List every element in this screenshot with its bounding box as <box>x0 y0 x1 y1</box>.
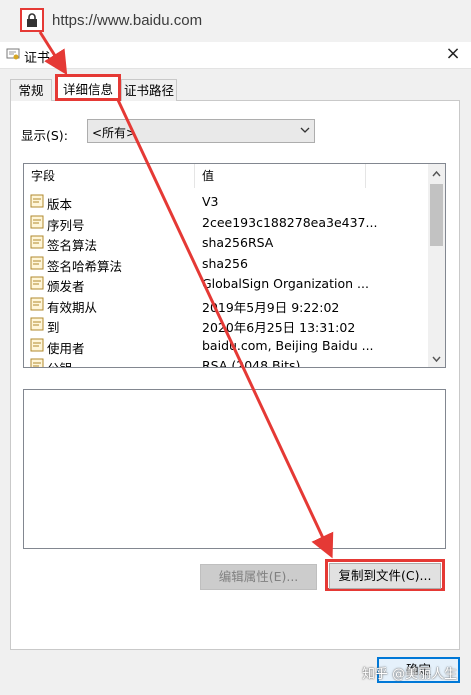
field-icon <box>30 235 44 249</box>
tab-certification-path[interactable]: 证书路径 <box>121 79 177 101</box>
field-icon <box>30 317 44 331</box>
field-value: 2020年6月25日 13:31:02 <box>202 320 356 335</box>
field-name: 颁发者 <box>47 279 85 294</box>
field-value: V3 <box>202 194 219 209</box>
field-icon <box>30 215 44 228</box>
show-label: 显示(S): <box>21 128 68 143</box>
column-header-value[interactable]: 值 <box>196 164 366 188</box>
url-text[interactable]: https://www.baidu.com <box>52 12 202 29</box>
list-item[interactable]: 颁发者 GlobalSign Organization ... <box>24 273 428 294</box>
field-name: 签名算法 <box>47 238 98 253</box>
field-value: sha256RSA <box>202 235 274 250</box>
field-icon <box>30 358 44 367</box>
list-item[interactable]: 序列号 2cee193c188278ea3e437... <box>24 212 428 233</box>
dialog-title: 证书 <box>24 51 51 66</box>
tab-details[interactable]: 详细信息 <box>55 74 121 101</box>
field-detail-textbox[interactable] <box>23 389 446 549</box>
scroll-thumb[interactable] <box>430 184 443 246</box>
field-name: 版本 <box>47 197 73 212</box>
tab-general[interactable]: 常规 <box>10 79 52 101</box>
chevron-down-icon <box>300 127 310 133</box>
field-name: 公钥 <box>47 358 72 367</box>
field-value: baidu.com, Beijing Baidu ... <box>202 337 374 353</box>
close-button[interactable]: × <box>440 43 466 65</box>
copy-to-file-button[interactable]: 复制到文件(C)... <box>329 563 441 589</box>
field-icon <box>30 194 44 208</box>
list-item[interactable]: 签名哈希算法 sha256 <box>24 253 428 274</box>
field-icon <box>30 338 44 351</box>
field-name: 有效期从 <box>47 299 98 315</box>
field-icon <box>30 256 44 269</box>
field-value: 2019年5月9日 9:22:02 <box>202 299 340 315</box>
list-item[interactable]: 有效期从 2019年5月9日 9:22:02 <box>24 294 428 315</box>
field-value: sha256 <box>202 255 248 271</box>
field-icon <box>30 297 44 310</box>
field-name: 到 <box>47 320 60 335</box>
field-name: 序列号 <box>47 217 85 233</box>
field-value: RSA (2048 Bits) <box>202 358 301 367</box>
list-item[interactable]: 使用者 baidu.com, Beijing Baidu ... <box>24 335 428 356</box>
field-value: 2cee193c188278ea3e437... <box>202 214 378 230</box>
dialog-titlebar <box>0 42 471 69</box>
lock-icon[interactable] <box>26 13 38 27</box>
list-item[interactable]: 签名算法 sha256RSA <box>24 232 428 253</box>
scroll-up-icon[interactable] <box>428 166 445 182</box>
scroll-down-icon[interactable] <box>428 351 445 367</box>
list-item[interactable]: 公钥 RSA (2048 Bits) <box>24 355 428 367</box>
column-header-field[interactable]: 字段 <box>24 164 195 188</box>
show-selected-value: <所有> <box>92 126 137 140</box>
field-value: GlobalSign Organization ... <box>202 276 369 291</box>
field-icon <box>30 276 44 290</box>
certificate-icon <box>6 48 20 60</box>
field-name: 使用者 <box>47 340 85 356</box>
list-item[interactable]: 到 2020年6月25日 13:31:02 <box>24 314 428 335</box>
field-name: 签名哈希算法 <box>47 258 123 274</box>
edit-properties-button: 编辑属性(E)... <box>200 564 317 590</box>
list-item[interactable]: 版本 V3 <box>24 191 428 212</box>
watermark: 知乎 @美丽人生 <box>362 667 458 682</box>
